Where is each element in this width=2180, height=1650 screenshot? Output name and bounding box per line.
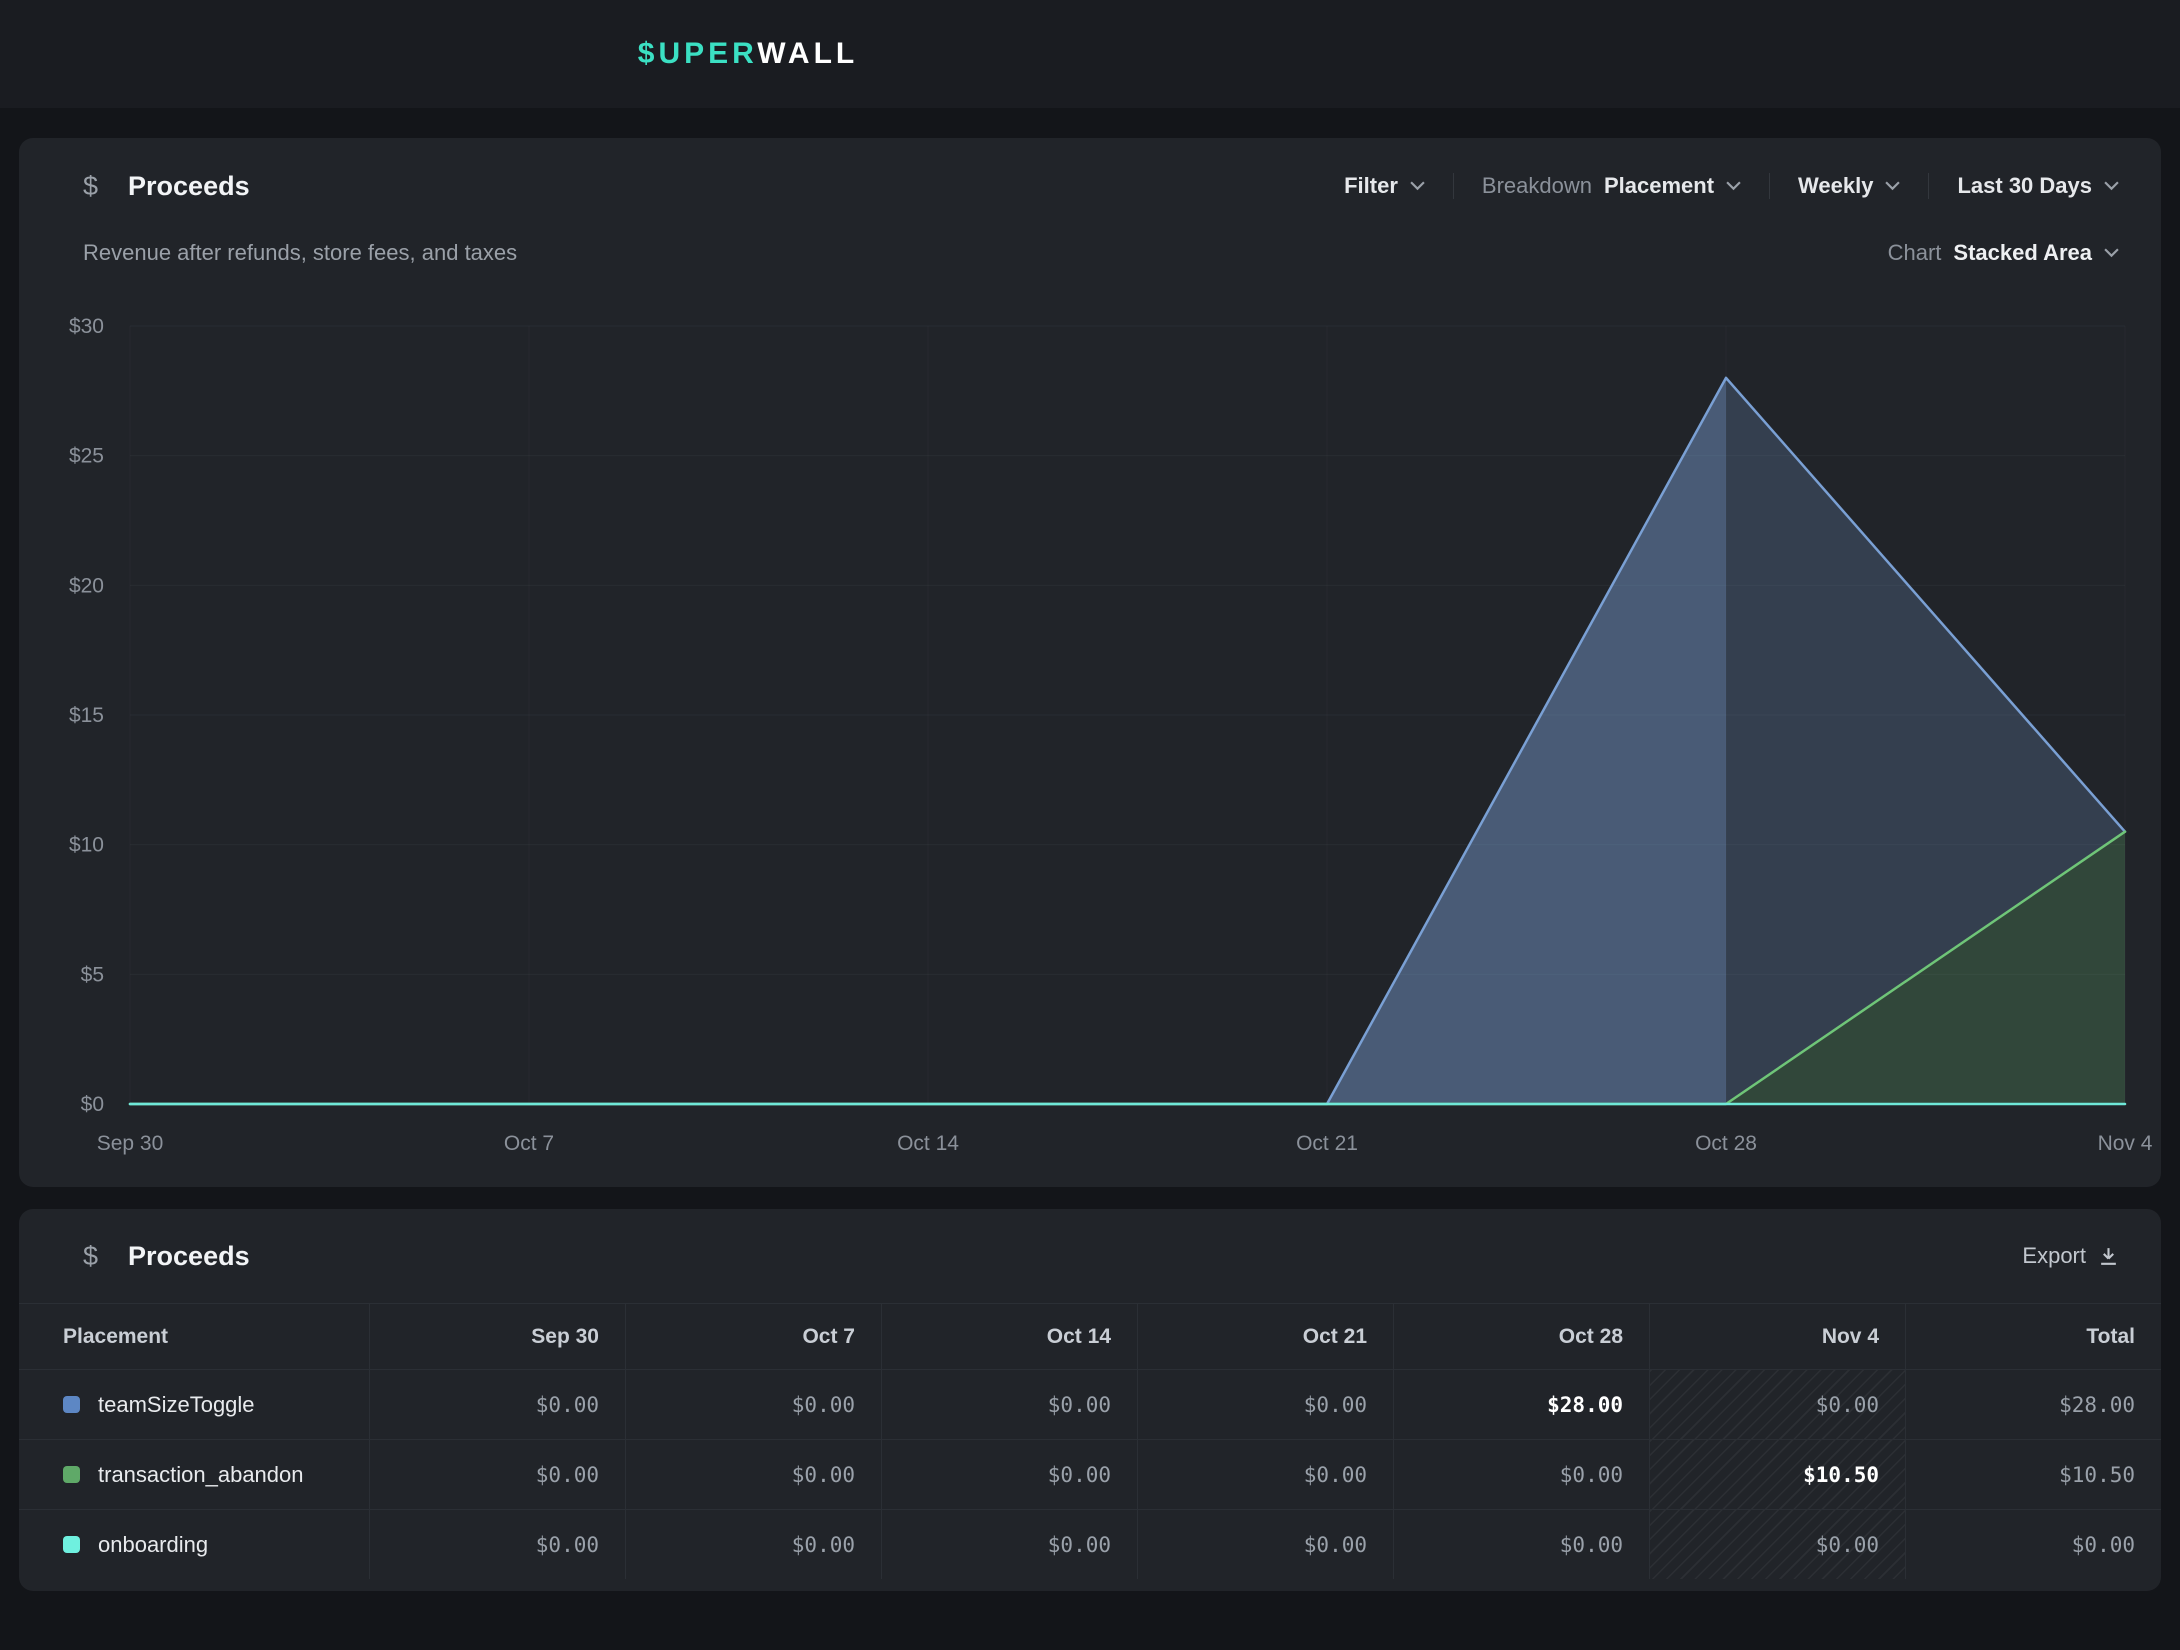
table-row: transaction_abandon$0.00$0.00$0.00$0.00$… <box>19 1439 2161 1509</box>
top-bar: $UPERWALL <box>0 0 2180 108</box>
value-cell: $0.00 <box>369 1370 625 1439</box>
proceeds-stacked-area-chart: $0 $5 $10 $15 $20 $25 $30 Sep 30 Oct 7 Oct 14 Oct … <box>19 282 2161 1172</box>
total-cell: $28.00 <box>1905 1370 2161 1439</box>
download-icon <box>2098 1246 2119 1267</box>
placement-name: onboarding <box>98 1532 208 1558</box>
placement-name-cell: teamSizeToggle <box>19 1370 369 1439</box>
value-cell: $0.00 <box>625 1440 881 1509</box>
chart-type-dropdown[interactable]: Chart Stacked Area <box>1888 240 2119 266</box>
value-cell: $0.00 <box>1137 1370 1393 1439</box>
value-cell: $0.00 <box>369 1510 625 1579</box>
value-cell: $0.00 <box>1393 1440 1649 1509</box>
breakdown-value: Placement <box>1604 173 1714 199</box>
column-header: Sep 30 <box>369 1304 625 1369</box>
placement-name-cell: transaction_abandon <box>19 1440 369 1509</box>
svg-text:$30: $30 <box>69 315 104 338</box>
value-cell: $28.00 <box>1393 1370 1649 1439</box>
chart-type-value: Stacked Area <box>1953 240 2092 266</box>
value-cell: $0.00 <box>1137 1510 1393 1579</box>
date-range-value: Last 30 Days <box>1957 173 2092 199</box>
table-row: onboarding$0.00$0.00$0.00$0.00$0.00$0.00… <box>19 1509 2161 1579</box>
table-title: Proceeds <box>128 1241 250 1272</box>
column-header: Oct 14 <box>881 1304 1137 1369</box>
export-button[interactable]: Export <box>2022 1243 2119 1269</box>
svg-text:$25: $25 <box>69 445 104 468</box>
export-label: Export <box>2022 1243 2086 1269</box>
table-card-header: $ Proceeds Export <box>19 1209 2161 1303</box>
dollar-icon: $ <box>83 171 98 202</box>
logo-suffix: WALL <box>757 37 858 70</box>
chevron-down-icon <box>1410 181 1425 191</box>
svg-text:Sep 30: Sep 30 <box>97 1132 164 1155</box>
chart-subheader: Revenue after refunds, store fees, and t… <box>19 234 2161 266</box>
placement-name: teamSizeToggle <box>98 1392 255 1418</box>
svg-text:Oct 14: Oct 14 <box>897 1132 959 1155</box>
series-color-swatch <box>63 1536 80 1553</box>
total-cell: $10.50 <box>1905 1440 2161 1509</box>
chevron-down-icon <box>2104 248 2119 258</box>
value-cell: $0.00 <box>1393 1510 1649 1579</box>
chart-card-header: $ Proceeds Filter Breakdown Placement We… <box>19 138 2161 234</box>
breakdown-label: Breakdown <box>1482 173 1592 199</box>
proceeds-chart-card: $ Proceeds Filter Breakdown Placement We… <box>19 138 2161 1187</box>
column-header: Oct 28 <box>1393 1304 1649 1369</box>
placement-name-cell: onboarding <box>19 1510 369 1579</box>
filter-label: Filter <box>1344 173 1398 199</box>
svg-text:$5: $5 <box>81 963 104 986</box>
app-logo: $UPERWALL <box>638 37 858 71</box>
svg-text:Oct 7: Oct 7 <box>504 1132 554 1155</box>
series-color-swatch <box>63 1396 80 1413</box>
column-header: Oct 21 <box>1137 1304 1393 1369</box>
placement-name: transaction_abandon <box>98 1462 304 1488</box>
value-cell: $0.00 <box>369 1440 625 1509</box>
breakdown-dropdown[interactable]: Breakdown Placement <box>1453 173 1769 199</box>
svg-text:$20: $20 <box>69 574 104 597</box>
value-cell: $0.00 <box>881 1440 1137 1509</box>
chart-area: $0 $5 $10 $15 $20 $25 $30 Sep 30 Oct 7 Oct 14 Oct … <box>19 266 2161 1177</box>
value-cell: $10.50 <box>1649 1440 1905 1509</box>
page-title: Proceeds <box>128 171 250 202</box>
svg-text:Nov 4: Nov 4 <box>2098 1132 2153 1155</box>
svg-text:$15: $15 <box>69 704 104 727</box>
column-header: Placement <box>19 1304 369 1369</box>
column-header: Nov 4 <box>1649 1304 1905 1369</box>
svg-text:$10: $10 <box>69 834 104 857</box>
column-header: Oct 7 <box>625 1304 881 1369</box>
chart-subtitle: Revenue after refunds, store fees, and t… <box>83 240 517 266</box>
table-body: teamSizeToggle$0.00$0.00$0.00$0.00$28.00… <box>19 1369 2161 1579</box>
svg-text:Oct 28: Oct 28 <box>1695 1132 1757 1155</box>
value-cell: $0.00 <box>625 1370 881 1439</box>
value-cell: $0.00 <box>881 1370 1137 1439</box>
date-range-dropdown[interactable]: Last 30 Days <box>1928 173 2119 199</box>
value-cell: $0.00 <box>1649 1510 1905 1579</box>
column-header: Total <box>1905 1304 2161 1369</box>
svg-text:Oct 21: Oct 21 <box>1296 1132 1358 1155</box>
dollar-icon: $ <box>83 1241 98 1272</box>
interval-value: Weekly <box>1798 173 1873 199</box>
proceeds-table-card: $ Proceeds Export PlacementSep 30Oct 7Oc… <box>19 1209 2161 1591</box>
table-header-row: PlacementSep 30Oct 7Oct 14Oct 21Oct 28No… <box>19 1303 2161 1369</box>
chart-controls: Filter Breakdown Placement Weekly Last 3… <box>1316 173 2119 199</box>
logo-prefix: $UPER <box>638 37 758 70</box>
svg-text:$0: $0 <box>81 1093 104 1116</box>
chevron-down-icon <box>1885 181 1900 191</box>
chart-type-label: Chart <box>1888 240 1942 266</box>
value-cell: $0.00 <box>881 1510 1137 1579</box>
series-color-swatch <box>63 1466 80 1483</box>
value-cell: $0.00 <box>1137 1440 1393 1509</box>
table-row: teamSizeToggle$0.00$0.00$0.00$0.00$28.00… <box>19 1369 2161 1439</box>
filter-dropdown[interactable]: Filter <box>1316 173 1453 199</box>
chevron-down-icon <box>1726 181 1741 191</box>
total-cell: $0.00 <box>1905 1510 2161 1579</box>
value-cell: $0.00 <box>1649 1370 1905 1439</box>
value-cell: $0.00 <box>625 1510 881 1579</box>
chevron-down-icon <box>2104 181 2119 191</box>
interval-dropdown[interactable]: Weekly <box>1769 173 1928 199</box>
proceeds-table: PlacementSep 30Oct 7Oct 14Oct 21Oct 28No… <box>19 1303 2161 1579</box>
